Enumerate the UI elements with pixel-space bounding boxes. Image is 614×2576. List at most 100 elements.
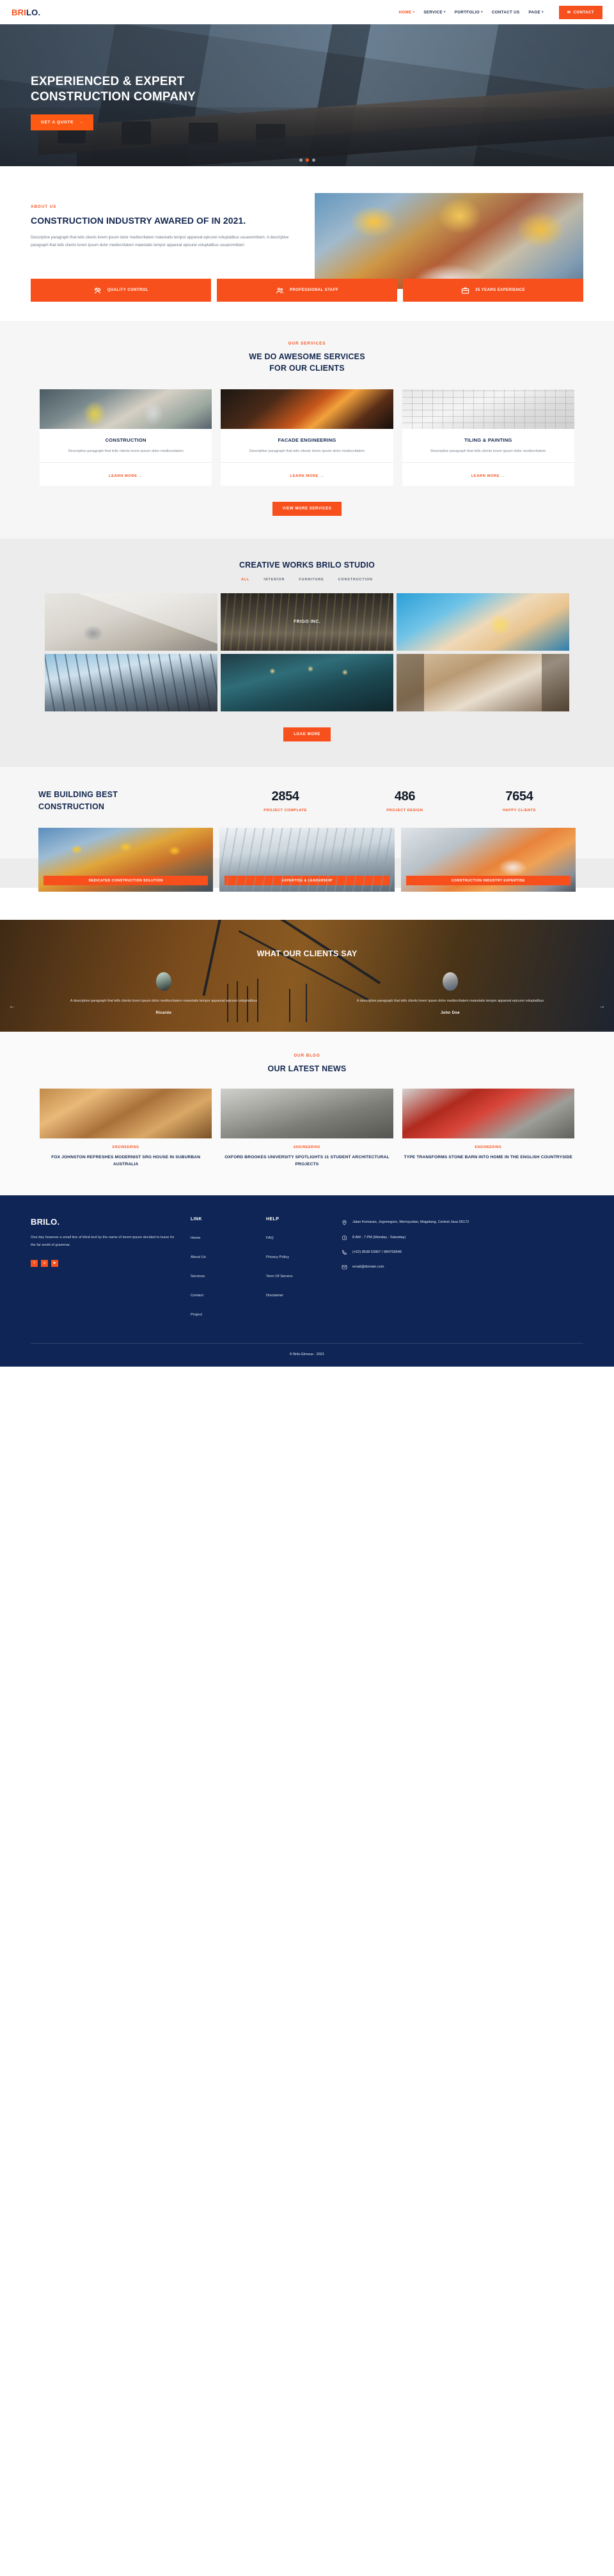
stats-heading: WE BUILDING BEST CONSTRUCTION <box>38 789 205 813</box>
footer-link-disclaimer[interactable]: Disclaimer <box>266 1294 283 1298</box>
blog-section: OUR BLOG OUR LATEST NEWS ENGINEERING FOX… <box>0 1032 614 1196</box>
footer-email-text[interactable]: email@domain.com <box>352 1264 384 1270</box>
blog-post-image <box>221 1089 393 1139</box>
learn-more-link[interactable]: LEARN MORE → <box>109 474 143 478</box>
portfolio-item[interactable]: FRIGO INC. <box>221 593 393 651</box>
testimonial-name: John Doe <box>441 1011 460 1016</box>
portfolio-title: CREATIVE WORKS BRILO STUDIO <box>239 560 375 570</box>
footer-link-services[interactable]: Services <box>191 1275 205 1278</box>
footer-link-privacy-policy[interactable]: Privacy Policy <box>266 1255 289 1259</box>
service-card[interactable]: FACADE ENGINEERING Descriptive paragraph… <box>221 389 393 486</box>
service-card[interactable]: CONSTRUCTION Descriptive paragraph that … <box>40 389 212 486</box>
load-more-button[interactable]: LOAD MORE <box>283 727 331 741</box>
list-item: Privacy Policy <box>266 1250 327 1261</box>
nav-item-page[interactable]: PAGE ▾ <box>528 10 543 15</box>
hero-slider-dots[interactable] <box>0 159 614 162</box>
portfolio-filter-construction[interactable]: CONSTRUCTION <box>338 578 373 582</box>
portfolio-filter-interior[interactable]: INTERIOR <box>264 578 285 582</box>
learn-more-link[interactable]: LEARN MORE → <box>471 474 505 478</box>
blog-post-category: ENGINEERING <box>475 1145 502 1150</box>
footer-hours-text: 8 AM - 7 PM (Monday - Saturday) <box>352 1235 406 1239</box>
nav-label-home: HOME <box>398 10 412 15</box>
feature-label: 25 YEARS EXPERIENCE <box>475 288 525 292</box>
portfolio-item[interactable] <box>397 653 569 711</box>
services-title-line2: FOR OUR CLIENTS <box>269 364 345 373</box>
nav-item-home[interactable]: HOME ▾ <box>398 10 414 15</box>
stats-card-badge: DEDICATED CONSTRUCTION SOLUTION <box>43 876 209 886</box>
services-title: WE DO AWESOME SERVICES FOR OUR CLIENTS <box>0 351 614 374</box>
arrow-left-icon[interactable]: ← <box>9 1003 15 1010</box>
testimonials-section: WHAT OUR CLIENTS SAY A descriptive parag… <box>0 920 614 1032</box>
portfolio-item[interactable] <box>45 653 217 711</box>
footer-link-contact[interactable]: Contact <box>191 1294 203 1298</box>
arrow-right-icon[interactable]: → <box>599 1003 605 1010</box>
footer-address-text: Jalan Kemaran, Jogonegoro, Mertoyudan, M… <box>352 1220 469 1225</box>
stats-card[interactable]: CONSTRUCTION INDUSTRY EXPERTISE <box>400 828 576 892</box>
feature-professional-staff[interactable]: PROFESSIONAL STAFF <box>217 279 397 302</box>
about-title: CONSTRUCTION INDUSTRY AWARED OF IN 2021. <box>31 215 246 226</box>
get-a-quote-button[interactable]: GET A QUOTE → <box>31 114 94 130</box>
stats-card[interactable]: EXPERTISE & LEADERSHIP <box>219 828 395 892</box>
counter-value: 2854 <box>271 789 299 803</box>
chevron-down-icon: ▾ <box>413 10 415 14</box>
hero-dot-1[interactable] <box>299 159 303 162</box>
stats-image-row: DEDICATED CONSTRUCTION SOLUTION EXPERTIS… <box>0 828 614 892</box>
youtube-icon[interactable]: ▶ <box>51 1259 58 1267</box>
nav-item-portfolio[interactable]: PORTFOLIO ▾ <box>455 10 483 15</box>
counter-value: 7654 <box>505 789 533 803</box>
hero-dot-2[interactable] <box>305 159 309 162</box>
instagram-icon[interactable]: ◎ <box>41 1259 48 1267</box>
portfolio-item[interactable] <box>45 593 217 651</box>
nav-label-service: SERVICE <box>423 10 443 15</box>
footer-link-faq[interactable]: FAQ <box>266 1236 274 1240</box>
footer-phone-text[interactable]: (+62) 8538 53967 / 984759546 <box>352 1249 402 1255</box>
blog-post[interactable]: ENGINEERING TYPE TRANSFORMS STONE BARN I… <box>402 1089 574 1168</box>
portfolio-section: CREATIVE WORKS BRILO STUDIO ALL INTERIOR… <box>0 538 614 767</box>
stats-card[interactable]: DEDICATED CONSTRUCTION SOLUTION <box>38 828 214 892</box>
portfolio-item[interactable] <box>397 593 569 651</box>
contact-button[interactable]: ✉ CONTACT <box>558 5 602 19</box>
footer-link-home[interactable]: Home <box>191 1236 200 1240</box>
arrow-right-icon: → <box>320 474 324 478</box>
about-paragraph: Descriptive paragraph that tells clients… <box>31 235 289 248</box>
service-card-body: TILING & PAINTING Descriptive paragraph … <box>402 429 574 455</box>
stats-card-badge: CONSTRUCTION INDUSTRY EXPERTISE <box>405 876 571 886</box>
testimonial-quote: A descriptive paragraph that tells clien… <box>70 999 258 1004</box>
services-section: OUR SERVICES WE DO AWESOME SERVICES FOR … <box>0 321 614 539</box>
about-image <box>315 193 583 289</box>
portfolio-filter-furniture[interactable]: FURNITURE <box>299 578 324 582</box>
blog-post[interactable]: ENGINEERING FOX JOHNSTON REFRESHES MODER… <box>40 1089 212 1168</box>
feature-25-years-experience[interactable]: 25 YEARS EXPERIENCE <box>403 279 583 302</box>
nav-item-contact-us[interactable]: CONTACT US <box>492 10 520 15</box>
site-logo[interactable]: BRILO. <box>12 8 40 17</box>
list-item: About Us <box>191 1250 252 1261</box>
footer-link-project[interactable]: Project <box>191 1313 202 1317</box>
footer-help-column: HELP FAQ Privacy Policy Term Of Service … <box>266 1217 327 1326</box>
footer-link-term-of-service[interactable]: Term Of Service <box>266 1275 293 1278</box>
portfolio-item[interactable] <box>221 653 393 711</box>
about-section: ABOUT US CONSTRUCTION INDUSTRY AWARED OF… <box>0 166 614 321</box>
portfolio-filter-all[interactable]: ALL <box>241 578 249 582</box>
feature-quality-control[interactable]: QUALITY CONTROL <box>31 279 211 302</box>
blog-post-image <box>402 1089 574 1139</box>
learn-more-label: LEARN MORE <box>109 474 138 478</box>
service-card[interactable]: TILING & PAINTING Descriptive paragraph … <box>402 389 575 486</box>
service-card-desc: Descriptive paragraph that tells clients… <box>430 449 546 454</box>
view-more-services-button[interactable]: VIEW MORE SERVICES <box>272 501 342 516</box>
service-card-footer: LEARN MORE → <box>221 462 393 486</box>
hero-dot-3[interactable] <box>311 159 315 162</box>
blog-grid: ENGINEERING FOX JOHNSTON REFRESHES MODER… <box>0 1089 614 1168</box>
footer-social-links: f ◎ ▶ <box>31 1259 177 1267</box>
list-item: Term Of Service <box>266 1269 327 1280</box>
facebook-icon[interactable]: f <box>31 1259 38 1267</box>
footer-link-about-us[interactable]: About Us <box>191 1255 206 1259</box>
service-card-title: CONSTRUCTION <box>105 437 146 444</box>
nav-item-service[interactable]: SERVICE ▾ <box>423 10 445 15</box>
blog-header: OUR BLOG OUR LATEST NEWS <box>0 1053 614 1075</box>
learn-more-label: LEARN MORE <box>471 474 500 478</box>
briefcase-icon <box>461 287 469 293</box>
footer-logo[interactable]: BRILO. <box>31 1217 177 1227</box>
learn-more-link[interactable]: LEARN MORE → <box>290 474 324 478</box>
blog-post[interactable]: ENGINEERING OXFORD BROOKES UNIVERSITY SP… <box>221 1089 393 1168</box>
about-feature-row: QUALITY CONTROL PROFESSIONAL STAFF 25 YE… <box>0 279 614 302</box>
